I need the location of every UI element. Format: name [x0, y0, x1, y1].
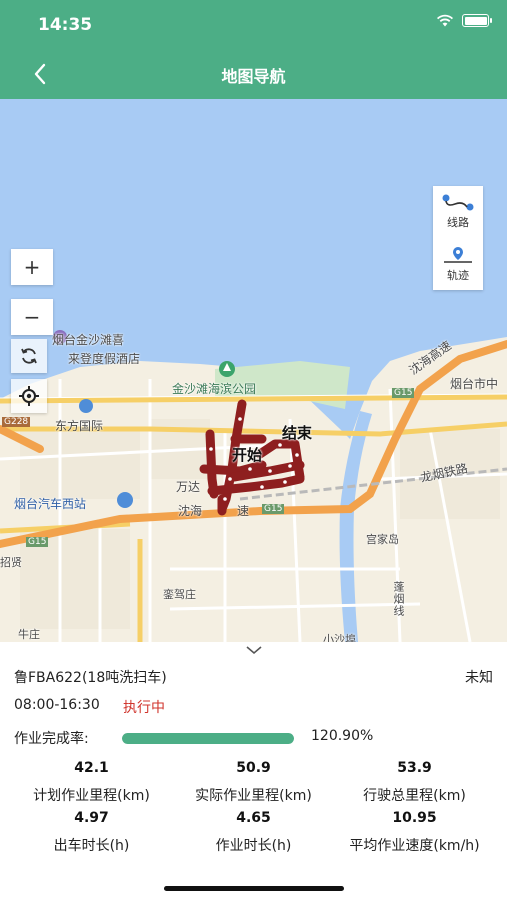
highway-badge-g15-c: G15: [26, 537, 49, 547]
home-indicator[interactable]: [164, 886, 344, 891]
stat-value: 42.1: [74, 760, 109, 776]
stat-value: 4.65: [236, 810, 271, 826]
refresh-icon: [21, 348, 37, 364]
chevron-down-icon: [246, 646, 262, 655]
schedule-time-range: 08:00-16:30: [14, 697, 100, 713]
map-label-yantai-city: 烟台市中: [450, 377, 499, 391]
completion-progress-fill: [122, 733, 294, 744]
stat-average-speed: 10.95 平均作业速度(km/h): [330, 810, 499, 855]
map-label-luanjiazhuang: 銮驾庄: [163, 588, 196, 601]
completion-rate-value: 120.90%: [311, 728, 374, 744]
stat-label: 作业时长(h): [215, 838, 292, 854]
stat-value: 4.97: [74, 810, 109, 826]
completion-progress-bar: [122, 733, 294, 744]
map-label-dongfang: 东方国际: [55, 419, 104, 433]
stat-actual-distance: 50.9 实际作业里程(km): [169, 760, 338, 805]
minus-icon: −: [23, 305, 41, 329]
refresh-button[interactable]: [11, 339, 47, 373]
zoom-out-button[interactable]: −: [11, 299, 53, 335]
stat-label: 平均作业速度(km/h): [349, 838, 480, 854]
page-title: 地图导航: [221, 67, 286, 86]
track-icon: [444, 247, 472, 263]
status-time: 14:35: [38, 15, 93, 35]
completion-rate-label: 作业完成率:: [14, 731, 89, 747]
route-label: 线路: [447, 216, 469, 229]
vehicle-plate: 鲁FBA622(18吨洗扫车): [14, 670, 167, 686]
map-label-xiaoshadu: 小沙埠: [323, 633, 356, 642]
top-app-bar: 14:35 地图导航: [0, 0, 507, 99]
stat-label: 行驶总里程(km): [363, 788, 466, 804]
stat-dispatch-duration: 4.97 出车时长(h): [7, 810, 176, 855]
status-badge: 执行中: [123, 700, 165, 716]
stat-value: 50.9: [236, 760, 271, 776]
vehicle-info-panel: 鲁FBA622(18吨洗扫车) 未知 08:00-16:30 执行中 作业完成率…: [0, 655, 507, 900]
map-label-penghuang: 蓬烟线: [392, 581, 405, 617]
map-label-wanda: 万达: [176, 480, 201, 494]
route-icon: [442, 194, 474, 211]
map-base: [0, 99, 507, 642]
stat-planned-distance: 42.1 计划作业里程(km): [7, 760, 176, 805]
trajectory-end-label: 结束: [282, 424, 313, 442]
map-label-highway-su: 速: [237, 504, 250, 518]
stat-total-distance: 53.9 行驶总里程(km): [330, 760, 499, 805]
map-label-bus-station: 烟台汽车西站: [14, 497, 87, 511]
map-label-zhaoxian: 招贤: [0, 556, 22, 569]
zoom-in-button[interactable]: +: [11, 249, 53, 285]
highway-badge-g15-b: G15: [262, 504, 285, 514]
stat-work-duration: 4.65 作业时长(h): [169, 810, 338, 855]
route-button[interactable]: 线路: [433, 186, 483, 238]
highway-badge-g15-a: G15: [392, 388, 415, 398]
map-view[interactable]: 烟台金沙滩喜 来登度假酒店 金沙滩海滨公园 东方国际 万达 烟台汽车西站 沈海 …: [0, 99, 507, 642]
map-label-shenhai: 沈海: [178, 504, 203, 518]
crosshair-icon: [19, 386, 39, 406]
map-label-hotel-2: 来登度假酒店: [68, 352, 141, 366]
stat-value: 10.95: [392, 810, 437, 826]
highway-badge-g228: G228: [2, 417, 31, 427]
stat-label: 计划作业里程(km): [33, 788, 150, 804]
route-panel: 线路 轨迹: [433, 186, 483, 290]
map-label-gongjiadao: 宫家岛: [366, 533, 399, 546]
track-label: 轨迹: [447, 269, 469, 282]
vehicle-state-unknown: 未知: [465, 670, 493, 686]
map-label-hotel: 烟台金沙滩喜: [52, 333, 125, 347]
locate-button[interactable]: [11, 379, 47, 413]
trajectory-start-label: 开始: [232, 446, 263, 464]
plus-icon: +: [23, 255, 41, 279]
battery-icon: [462, 14, 492, 27]
stat-value: 53.9: [397, 760, 432, 776]
map-label-park: 金沙滩海滨公园: [172, 382, 257, 396]
status-icons: [436, 14, 492, 27]
wifi-icon: [436, 14, 454, 27]
stat-label: 出车时长(h): [53, 838, 130, 854]
track-button[interactable]: 轨迹: [433, 238, 483, 290]
map-label-niuzhuang: 牛庄: [18, 628, 40, 641]
stat-label: 实际作业里程(km): [195, 788, 312, 804]
